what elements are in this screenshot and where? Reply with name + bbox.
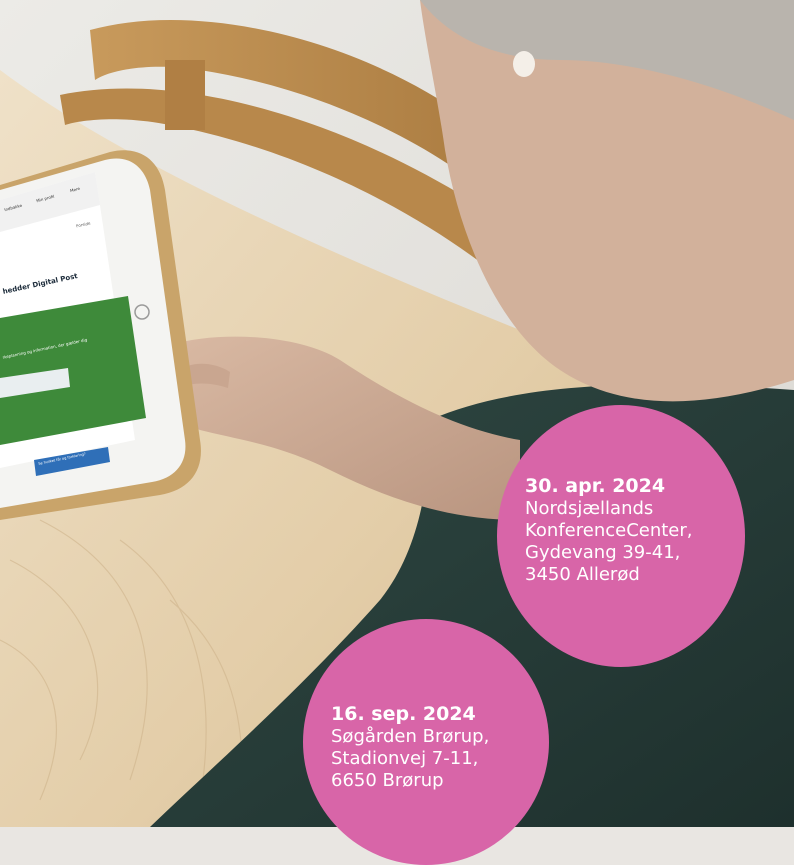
event-badge: 16. sep. 2024 Søgården Brørup, Stadionve… [303, 619, 549, 865]
event-city: 3450 Allerød [525, 564, 640, 585]
event-text: 16. sep. 2024 Søgården Brørup, Stadionve… [331, 703, 489, 792]
event-venue: KonferenceCenter, [525, 520, 693, 541]
event-date: 16. sep. 2024 [331, 703, 476, 725]
event-text: 30. apr. 2024 Nordsjællands KonferenceCe… [525, 475, 693, 586]
event-venue: Søgården Brørup, [331, 726, 490, 747]
event-street: Gydevang 39-41, [525, 542, 681, 563]
event-venue: Nordsjællands [525, 498, 654, 519]
event-city: 6650 Brørup [331, 770, 444, 791]
event-street: Stadionvej 7-11, [331, 748, 479, 769]
event-badge: 30. apr. 2024 Nordsjællands KonferenceCe… [497, 405, 745, 667]
event-date: 30. apr. 2024 [525, 475, 666, 497]
